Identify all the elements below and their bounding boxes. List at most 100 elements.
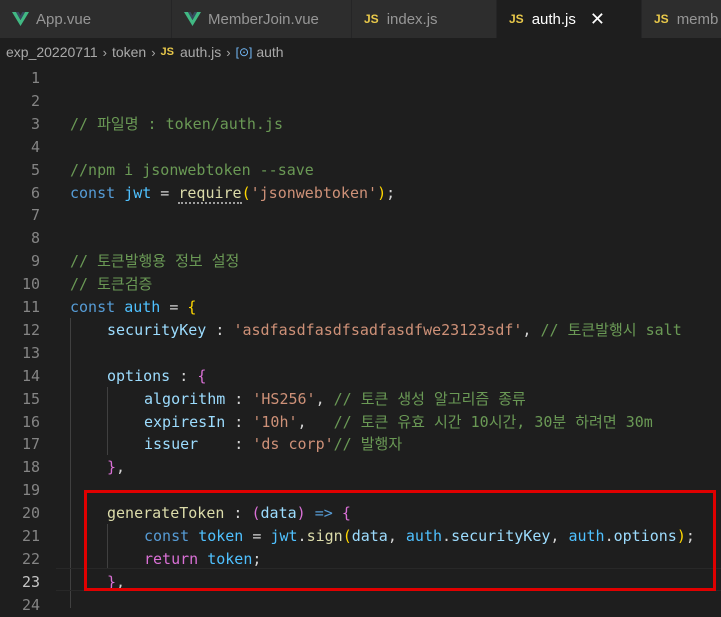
chevron-right-icon: › — [102, 44, 107, 60]
code-punct: : — [225, 389, 253, 408]
vue-icon — [12, 12, 29, 26]
breadcrumb-subfolder[interactable]: token — [112, 44, 146, 60]
code-line[interactable]: 1 — [0, 67, 721, 90]
code-paren: ) — [377, 183, 387, 202]
code-comment: // 발행자 — [333, 435, 403, 454]
chevron-right-icon: › — [226, 44, 231, 60]
line-number: 12 — [21, 320, 40, 339]
close-icon[interactable]: ✕ — [590, 9, 605, 30]
tab-index-js[interactable]: JS index.js — [352, 0, 497, 38]
code-line[interactable]: 17 issuer : 'ds corp'// 발행자 — [0, 433, 721, 456]
code-variable: jwt — [124, 183, 152, 202]
code-line[interactable]: 2 — [0, 90, 721, 113]
code-function: require — [178, 183, 242, 204]
code-line[interactable]: 4 — [0, 136, 721, 159]
tab-memb[interactable]: JS memb — [642, 0, 721, 38]
line-number: 3 — [30, 114, 40, 133]
line-number: 16 — [21, 412, 40, 431]
code-punct: , — [315, 389, 334, 408]
line-number: 6 — [30, 183, 40, 202]
code-property: algorithm — [144, 389, 226, 408]
code-line[interactable]: 18}, — [0, 456, 721, 479]
code-punct: , — [116, 458, 126, 477]
line-number: 20 — [21, 504, 40, 523]
code-punct: ; — [386, 183, 396, 202]
code-punct: , — [297, 412, 334, 431]
editor-tab-bar: App.vue MemberJoin.vue JS index.js JS au… — [0, 0, 721, 38]
code-editor[interactable]: 1 2 3 // 파일명 : token/auth.js 4 5 //npm i j… — [0, 66, 721, 614]
code-line[interactable]: 7 — [0, 204, 721, 227]
code-line[interactable]: 8 — [0, 227, 721, 250]
code-line[interactable]: 14 options : { — [0, 365, 721, 388]
code-line[interactable]: 15 algorithm : 'HS256', // 토큰 생성 알고리즘 종류 — [0, 388, 721, 411]
code-comment: // 토큰 생성 알고리즘 종류 — [333, 389, 526, 408]
code-operator: = — [160, 298, 188, 316]
line-number: 2 — [30, 91, 40, 110]
annotation-highlight-box — [84, 490, 716, 591]
tab-memberjoin-vue[interactable]: MemberJoin.vue — [172, 0, 352, 38]
code-property: issuer — [144, 435, 199, 454]
variable-symbol-icon: [⊙] — [235, 45, 253, 59]
code-line[interactable]: 12 securityKey : 'asdfasdfasdfsadfasdfwe2… — [0, 319, 721, 342]
code-comment: //npm i jsonwebtoken --save — [70, 160, 314, 179]
vue-icon — [184, 12, 201, 26]
tab-label: auth.js — [531, 10, 576, 28]
code-comment: // 토큰검증 — [70, 275, 153, 294]
line-number: 13 — [21, 343, 40, 362]
js-icon: JS — [509, 12, 524, 26]
breadcrumb: exp_20220711 › token › JS auth.js › [⊙] … — [0, 38, 721, 66]
line-number: 4 — [30, 137, 40, 156]
code-paren: ( — [241, 183, 251, 202]
code-comment: // 파일명 : token/auth.js — [70, 114, 283, 133]
line-number: 24 — [21, 595, 40, 614]
tab-auth-js[interactable]: JS auth.js ✕ — [497, 0, 642, 38]
tab-label: memb — [676, 10, 719, 28]
code-line[interactable]: 6 const jwt = require('jsonwebtoken'); — [0, 182, 721, 205]
line-number: 1 — [30, 69, 40, 87]
code-line[interactable]: 24 — [0, 594, 721, 617]
breadcrumb-symbol[interactable]: auth — [256, 44, 283, 60]
line-number: 23 — [21, 572, 40, 591]
code-line[interactable]: 9 // 토큰발행용 정보 설정 — [0, 250, 721, 273]
code-line[interactable]: 10 // 토큰검증 — [0, 273, 721, 296]
line-number: 7 — [30, 206, 40, 225]
code-string: 'ds corp' — [252, 435, 334, 454]
code-property: expiresIn — [144, 412, 226, 431]
line-number: 18 — [21, 458, 40, 477]
code-string: 'asdfasdfasdfsadfasdfwe23123sdf' — [233, 320, 523, 339]
line-number: 15 — [21, 389, 40, 408]
code-line[interactable]: 3 // 파일명 : token/auth.js — [0, 113, 721, 136]
code-punct: : — [198, 435, 253, 454]
line-number: 14 — [21, 366, 40, 385]
code-brace: { — [197, 366, 207, 385]
code-variable: auth — [124, 298, 161, 316]
code-punct: : — [206, 320, 234, 339]
tab-label: App.vue — [36, 10, 92, 28]
tab-label: MemberJoin.vue — [208, 10, 319, 28]
breadcrumb-file[interactable]: auth.js — [180, 44, 221, 60]
code-brace: } — [107, 458, 117, 477]
code-line[interactable]: 16 expiresIn : '10h', // 토큰 유효 시간 10시간, 3… — [0, 411, 721, 434]
js-icon: JS — [160, 46, 175, 58]
code-comment: // 토큰발행용 정보 설정 — [70, 252, 240, 271]
breadcrumb-folder[interactable]: exp_20220711 — [6, 44, 98, 60]
line-number: 17 — [21, 435, 40, 454]
js-icon: JS — [364, 12, 379, 26]
code-line[interactable]: 5 //npm i jsonwebtoken --save — [0, 159, 721, 182]
line-number: 22 — [21, 549, 40, 568]
tab-app-vue[interactable]: App.vue — [0, 0, 172, 38]
line-number: 8 — [30, 229, 40, 248]
code-line[interactable]: 13 — [0, 342, 721, 365]
code-punct: : — [170, 366, 198, 385]
line-number: 19 — [21, 481, 40, 500]
code-comment: // 토큰발행시 salt — [540, 320, 682, 339]
code-comment: // 토큰 유효 시간 10시간, 30분 하려면 30m — [333, 412, 653, 431]
line-number: 5 — [30, 160, 40, 179]
code-string: '10h' — [252, 412, 298, 431]
code-property: securityKey — [107, 320, 207, 339]
code-property: options — [107, 366, 171, 385]
code-line[interactable]: 11 const auth = { — [0, 296, 721, 319]
line-number: 9 — [30, 252, 40, 271]
tab-label: index.js — [386, 10, 438, 28]
line-number: 21 — [21, 527, 40, 545]
